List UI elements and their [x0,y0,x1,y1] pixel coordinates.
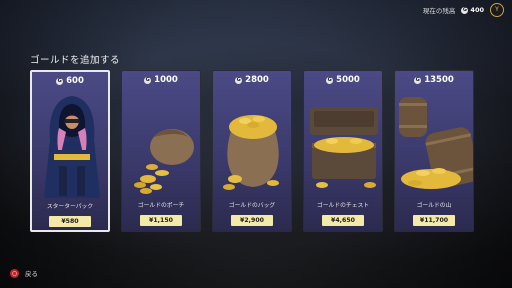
balance-label: 現在の残高 [422,7,456,15]
offer-card-gold-pile[interactable]: G 13500 ゴールドの山 ¥11,700 [394,70,474,232]
gold-amount-value: 13500 [424,75,454,85]
gold-amount: G 2800 [213,75,291,85]
starter-pack-character-image [44,96,100,198]
offer-card-gold-bag[interactable]: G 2800 ゴールドのバッグ ¥2,900 [212,70,292,232]
offer-name: ゴールドのポーチ [137,203,185,209]
gold-offer-list: G 600 スターターパック ¥580 G 1000 ゴールドのポーチ ¥1,1… [30,70,474,232]
gold-pile-image [399,97,473,189]
balance-value: 400 [470,6,484,14]
buy-button[interactable]: ¥4,650 [322,215,364,226]
offer-name: ゴールドの山 [416,203,452,209]
top-bar: 現在の残高 G 400 Y [423,3,504,17]
buy-button[interactable]: ¥2,900 [231,215,273,226]
gold-coin-icon: G [144,76,152,84]
gold-amount-value: 2800 [245,75,269,85]
gold-amount: G 13500 [395,75,473,85]
gold-amount: G 5000 [304,75,382,85]
profile-icon[interactable]: Y [490,3,504,17]
gold-bag-image [223,115,279,190]
back-label: 戻る [25,270,38,278]
gold-coin-icon: G [56,77,64,85]
gold-amount: G 600 [32,76,108,86]
gold-chest-image [310,107,378,188]
buy-button[interactable]: ¥580 [49,216,91,227]
offer-card-gold-chest[interactable]: G 5000 ゴールドのチェスト ¥4,650 [303,70,383,232]
gold-coin-icon: G [414,76,422,84]
gold-amount: G 1000 [122,75,200,85]
offer-name: スターターパック [46,204,94,210]
back-button[interactable]: ○ 戻る [10,268,38,278]
circle-button-icon: ○ [10,268,19,278]
gold-amount-value: 600 [66,76,84,86]
gold-coin-icon: G [461,6,469,14]
offer-card-starter-pack[interactable]: G 600 スターターパック ¥580 [30,70,110,232]
balance-display: G 400 [461,6,484,14]
gold-coin-icon: G [235,76,243,84]
offer-name: ゴールドのバッグ [228,203,276,209]
gold-coin-icon: G [326,76,334,84]
buy-button[interactable]: ¥1,150 [140,215,182,226]
gold-amount-value: 5000 [336,75,360,85]
offer-name: ゴールドのチェスト [316,203,370,209]
gold-amount-value: 1000 [154,75,178,85]
offer-card-gold-pouch[interactable]: G 1000 ゴールドのポーチ ¥1,150 [121,70,201,232]
gold-pouch-image [134,129,194,194]
page-title: ゴールドを追加する [30,55,121,66]
buy-button[interactable]: ¥11,700 [413,215,455,226]
